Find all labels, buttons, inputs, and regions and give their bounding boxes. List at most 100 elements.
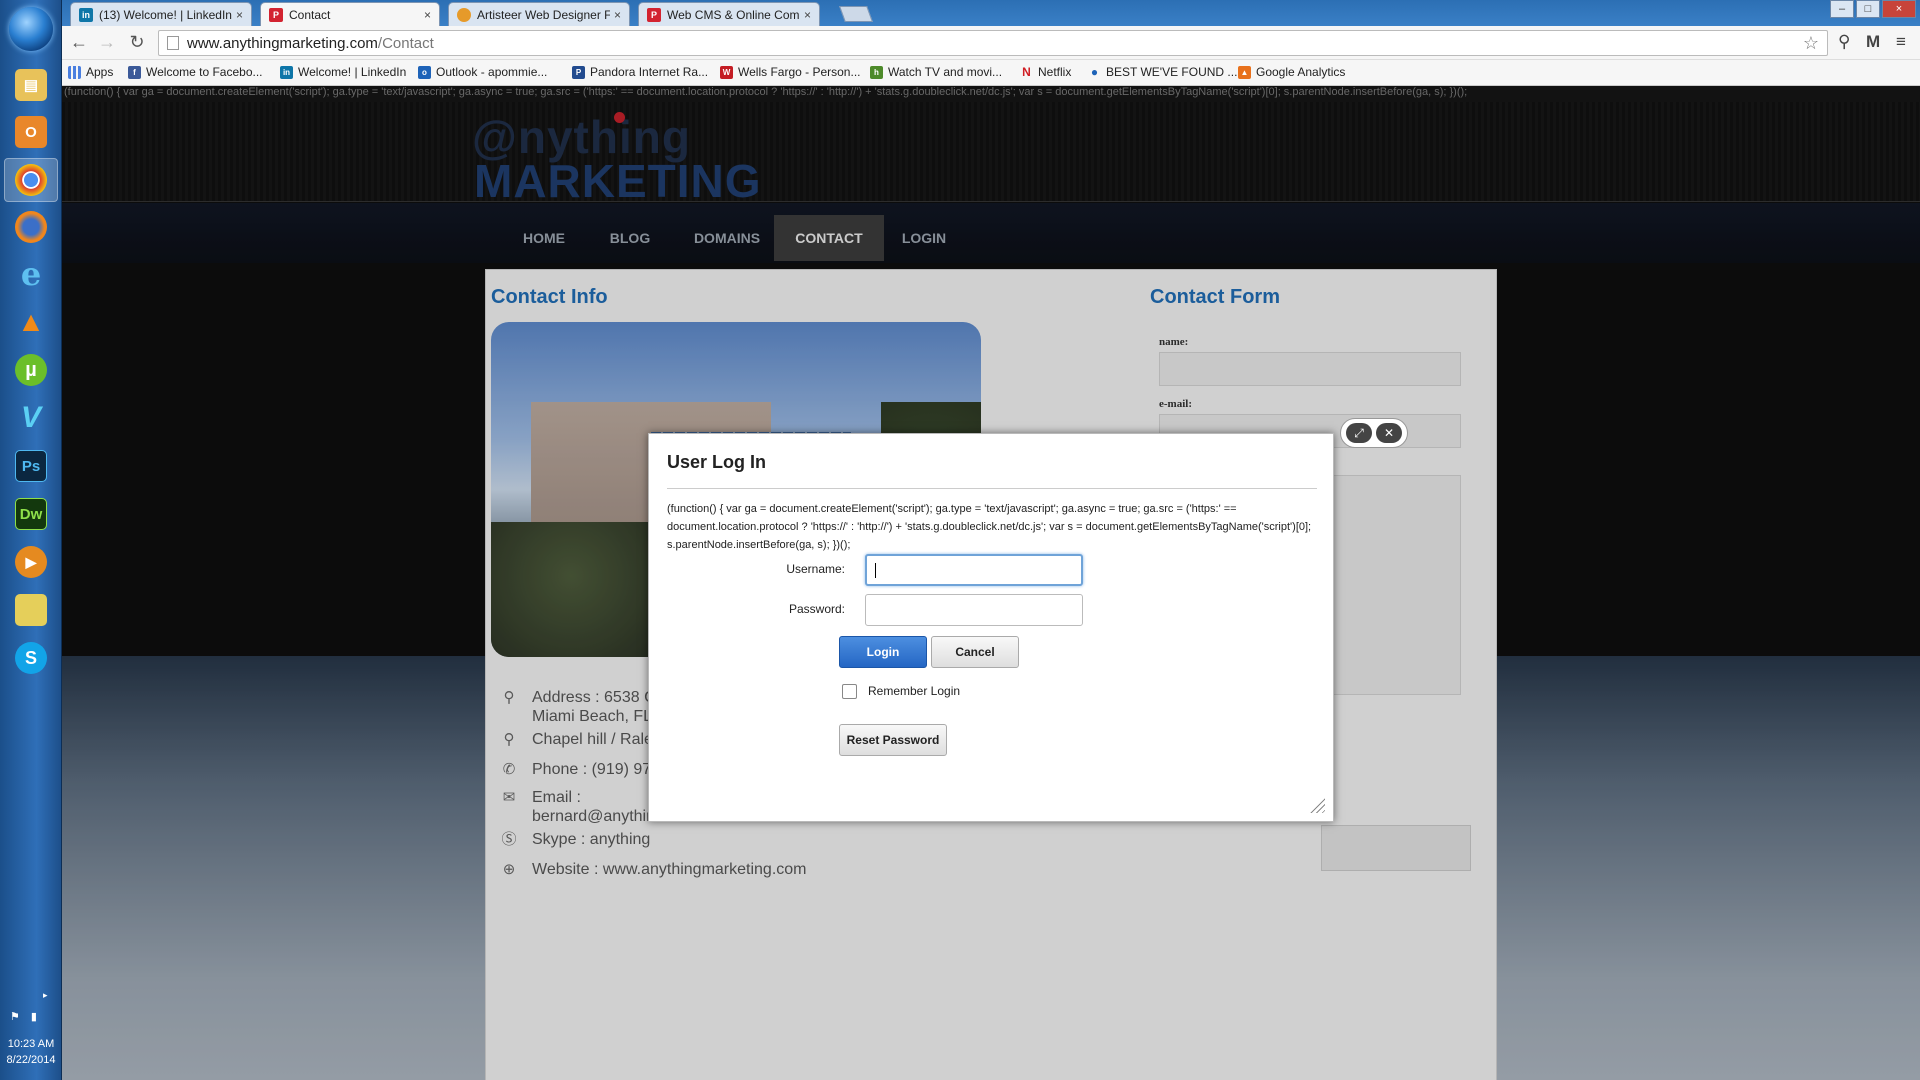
modal-window-controls: ⤢ ✕ [1340,418,1408,448]
maximize-button[interactable]: □ [1856,0,1880,18]
chrome-icon [15,164,47,196]
url-path: /Contact [377,34,434,52]
login-dialog: User Log In (function() { var ga = docum… [648,433,1334,822]
bookmark-netflix[interactable]: N Netflix [1020,65,1071,79]
divider [667,488,1317,489]
media-player-icon: ▶ [15,546,47,578]
extension-m-icon[interactable]: M [1866,32,1880,52]
bookmark-label: Google Analytics [1256,65,1346,79]
address-bar[interactable]: www.anythingmarketing.com/Contact ☆ [158,30,1828,56]
bookmark-google-analytics[interactable]: ▲ Google Analytics [1238,65,1345,79]
username-input[interactable] [865,554,1083,586]
bookmarks-bar: Apps f Welcome to Facebo... in Welcome! | … [62,60,1920,86]
vimeo-app[interactable]: V [4,396,58,440]
remember-login-label[interactable]: Remember Login [868,684,960,698]
bookmark-outlook[interactable]: o Outlook - apommie... [418,65,547,79]
artisteer-icon [457,7,471,22]
ie-icon: e [20,255,42,293]
vlc-icon: ▲ [17,306,45,337]
new-tab-button[interactable] [839,6,873,22]
tab-web-cms[interactable]: P Web CMS & Online Comr × [638,2,820,26]
clock-date[interactable]: 8/22/2014 [0,1054,62,1066]
bookmark-label: Welcome! | LinkedIn [298,65,407,79]
chrome-window: in (13) Welcome! | LinkedIn × P Contact … [62,0,1920,1080]
close-window-button[interactable]: × [1882,0,1916,18]
utorrent-app[interactable]: µ [4,348,58,392]
ie-app[interactable]: e [4,252,58,296]
window-controls: – □ × [1828,0,1916,18]
tab-artisteer[interactable]: Artisteer Web Designer Fo × [448,2,630,26]
page-icon: P [269,8,283,22]
hulu-icon: h [870,65,883,79]
netflix-icon: N [1022,65,1031,79]
login-button[interactable]: Login [839,636,927,668]
skype-icon: S [15,642,47,674]
minimize-button[interactable]: – [1830,0,1854,18]
bookmark-apps[interactable]: Apps [68,65,113,79]
explorer-app[interactable]: ▤ [4,63,58,107]
photoshop-icon: Ps [15,450,47,482]
skype-app[interactable]: S [4,636,58,680]
media-player-app[interactable]: ▶ [4,540,58,584]
close-tab-icon[interactable]: × [804,8,811,22]
back-button[interactable]: ← [68,32,90,53]
files-app[interactable] [4,588,58,632]
files-icon [15,594,47,626]
close-tab-icon[interactable]: × [614,8,621,22]
facebook-icon: f [128,65,141,79]
bookmark-label: Wells Fargo - Person... [738,65,861,79]
bookmark-label: Watch TV and movi... [888,65,1003,79]
close-icon[interactable]: ✕ [1376,423,1402,443]
tray-flag-icon[interactable]: ⚑ ▮ [10,1010,41,1023]
bookmark-best-found[interactable]: ● BEST WE'VE FOUND ... [1088,65,1238,79]
bookmark-label: Apps [86,65,114,79]
windows-taskbar: ▤ O e ▲ µ V Ps Dw ▶ S ▸ ⚑ ▮ 10:23 AM 8/2… [0,0,62,1080]
cancel-button[interactable]: Cancel [931,636,1019,668]
clock-time[interactable]: 10:23 AM [0,1038,62,1050]
pandora-icon: P [572,65,585,79]
forward-button[interactable]: → [96,32,118,53]
extension-search-icon[interactable]: ⚲ [1838,32,1850,52]
photoshop-app[interactable]: Ps [4,444,58,488]
bookmark-facebook[interactable]: f Welcome to Facebo... [128,65,263,79]
tab-contact[interactable]: P Contact × [260,2,440,27]
vlc-app[interactable]: ▲ [4,300,58,344]
outlook-app[interactable]: O [4,110,58,154]
dreamweaver-app[interactable]: Dw [4,492,58,536]
tab-linkedin[interactable]: in (13) Welcome! | LinkedIn × [70,2,252,26]
dreamweaver-icon: Dw [15,498,47,530]
close-tab-icon[interactable]: × [236,8,243,22]
bookmark-hulu[interactable]: h Watch TV and movi... [870,65,1002,79]
system-tray: ▸ ⚑ ▮ 10:23 AM 8/22/2014 [0,990,62,1080]
password-input[interactable] [865,594,1083,626]
bookmark-pandora[interactable]: P Pandora Internet Ra... [572,65,708,79]
bookmark-star-icon[interactable]: ☆ [1803,33,1819,54]
bookmark-label: Pandora Internet Ra... [590,65,709,79]
dialog-script-text: (function() { var ga = document.createEl… [667,503,1312,551]
chrome-app[interactable] [4,158,58,202]
resize-handle-icon[interactable] [1307,795,1325,813]
browser-toolbar: ← → ↻ www.anythingmarketing.com/Contact … [62,26,1920,60]
firefox-app[interactable] [4,205,58,249]
bookmark-label: Welcome to Facebo... [146,65,263,79]
bookmark-label: Outlook - apommie... [436,65,548,79]
tab-title: Artisteer Web Designer Fo [477,7,610,22]
tray-expand-icon[interactable]: ▸ [43,990,48,1001]
bookmark-linkedin[interactable]: in Welcome! | LinkedIn [280,65,406,79]
chrome-menu-icon[interactable]: ≡ [1896,32,1906,52]
reset-password-button[interactable]: Reset Password [839,724,947,756]
tab-title: Contact [289,8,331,22]
outlook-icon: O [15,116,47,148]
reload-button[interactable]: ↻ [126,32,148,53]
tab-title: Web CMS & Online Comr [667,7,800,22]
page-info-icon[interactable] [167,36,179,50]
username-label: Username: [786,562,845,576]
wellsfargo-icon: W [720,65,733,79]
bookmark-wellsfargo[interactable]: W Wells Fargo - Person... [720,65,860,79]
maximize-icon[interactable]: ⤢ [1346,423,1372,443]
remember-login-checkbox[interactable] [842,684,857,699]
start-button[interactable] [9,7,53,51]
bookmark-icon: ● [1090,65,1099,79]
close-tab-icon[interactable]: × [424,8,431,22]
folder-icon: ▤ [15,69,47,101]
